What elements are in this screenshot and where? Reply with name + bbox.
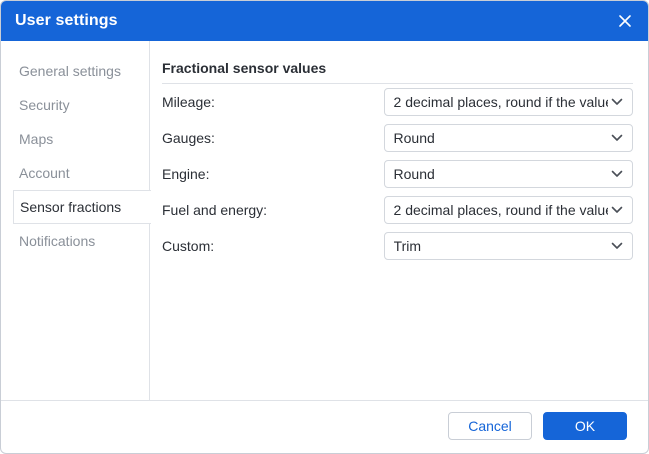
custom-select[interactable]: Trim — [383, 232, 633, 260]
sidebar-item-security[interactable]: Security — [1, 88, 149, 122]
chevron-down-icon — [611, 242, 623, 249]
chevron-down-icon — [611, 98, 623, 105]
row-label: Custom: — [162, 238, 215, 254]
setting-row-custom: Custom: Trim — [162, 228, 633, 264]
sidebar-item-account[interactable]: Account — [1, 156, 149, 190]
chevron-down-icon — [611, 134, 623, 141]
mileage-select[interactable]: 2 decimal places, round if the value — [383, 88, 633, 116]
ok-button[interactable]: OK — [543, 412, 627, 440]
user-settings-dialog: User settings General settings Security … — [0, 0, 649, 454]
setting-row-mileage: Mileage: 2 decimal places, round if the … — [162, 84, 633, 120]
section-title: Fractional sensor values — [162, 60, 633, 84]
engine-select[interactable]: Round — [383, 160, 633, 188]
row-label: Mileage: — [162, 94, 215, 110]
dialog-footer: Cancel OK — [1, 400, 648, 453]
select-value: Round — [393, 130, 435, 146]
setting-row-fuel-and-energy: Fuel and energy: 2 decimal places, round… — [162, 192, 633, 228]
chevron-down-icon — [611, 206, 623, 213]
sidebar-item-maps[interactable]: Maps — [1, 122, 149, 156]
close-button[interactable] — [615, 11, 635, 31]
sidebar-item-sensor-fractions[interactable]: Sensor fractions — [13, 190, 151, 224]
dialog-title: User settings — [15, 12, 118, 29]
close-icon — [619, 15, 631, 27]
setting-row-gauges: Gauges: Round — [162, 120, 633, 156]
dialog-titlebar: User settings — [1, 1, 648, 41]
select-value: Trim — [393, 238, 421, 254]
settings-sidebar: General settings Security Maps Account S… — [1, 41, 151, 400]
gauges-select[interactable]: Round — [383, 124, 633, 152]
select-value: 2 decimal places, round if the value — [393, 202, 608, 218]
select-value: Round — [393, 166, 435, 182]
cancel-button[interactable]: Cancel — [448, 412, 532, 440]
sidebar-item-notifications[interactable]: Notifications — [1, 224, 149, 258]
settings-content: Fractional sensor values Mileage: 2 deci… — [162, 41, 633, 400]
row-label: Fuel and energy: — [162, 202, 268, 218]
row-label: Engine: — [162, 166, 210, 182]
select-value: 2 decimal places, round if the value — [393, 94, 608, 110]
sidebar-item-general-settings[interactable]: General settings — [1, 54, 149, 88]
row-label: Gauges: — [162, 130, 215, 146]
fuel-and-energy-select[interactable]: 2 decimal places, round if the value — [383, 196, 633, 224]
setting-row-engine: Engine: Round — [162, 156, 633, 192]
dialog-body: General settings Security Maps Account S… — [1, 41, 648, 400]
chevron-down-icon — [611, 170, 623, 177]
